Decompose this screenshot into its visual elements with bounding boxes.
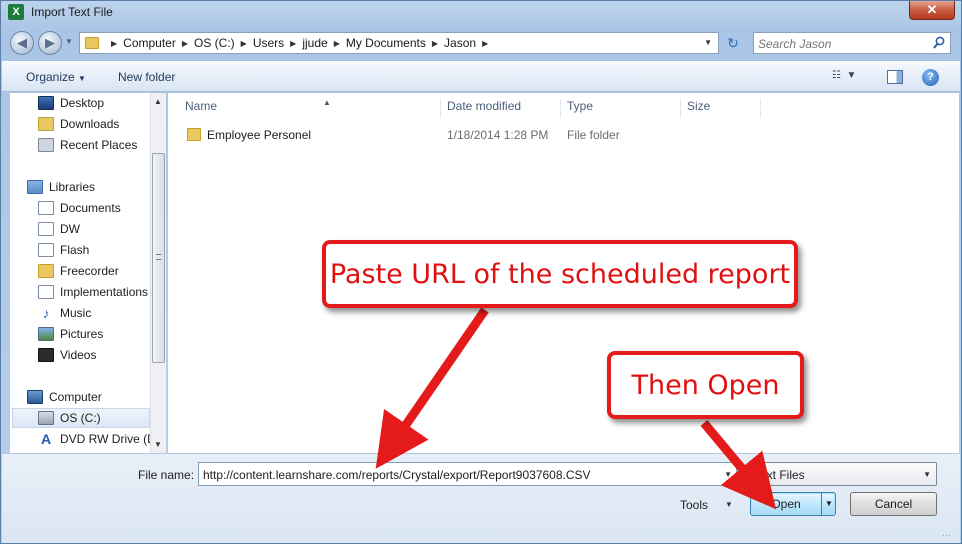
sidebar-item-recent-places[interactable]: Recent Places	[38, 135, 165, 155]
title-bar: X Import Text File ✕	[1, 1, 961, 25]
sort-ascending-icon: ▲	[323, 98, 331, 107]
search-input[interactable]	[758, 36, 928, 51]
chevron-down-icon[interactable]: ▼	[724, 470, 732, 479]
column-header-type[interactable]: Type	[567, 99, 681, 118]
navigation-scrollbar[interactable]: ▲ ▼	[150, 93, 166, 453]
forward-button[interactable]: ▶	[38, 31, 62, 55]
excel-app-icon: X	[8, 4, 24, 20]
sidebar-item-desktop[interactable]: Desktop	[38, 93, 165, 113]
breadcrumb-os-c[interactable]: ▶ OS (C:)	[176, 36, 235, 50]
then-open-callout: Then Open	[607, 351, 804, 419]
document-icon	[38, 243, 54, 257]
breadcrumb-computer[interactable]: ▶ Computer	[105, 36, 176, 50]
sidebar-item-implementations[interactable]: Implementations	[38, 282, 165, 302]
file-name-cell: Employee Personel	[207, 128, 312, 142]
open-options-dropdown-icon[interactable]: ▼	[821, 493, 836, 515]
refresh-icon[interactable]: ↻	[723, 34, 743, 54]
address-row: ◀ ▶ ▼ ▶ Computer ▶ OS (C:) ▶ Users ▶ jjude ▶…	[1, 27, 961, 59]
sidebar-item-documents[interactable]: Documents	[38, 198, 165, 218]
file-name-value[interactable]: http://content.learnshare.com/reports/Cr…	[203, 468, 591, 482]
tools-dropdown-icon[interactable]: ▼	[725, 500, 733, 509]
back-button[interactable]: ◀	[10, 31, 34, 55]
computer-icon	[27, 390, 43, 404]
sidebar-item-os-c[interactable]: OS (C:)	[12, 408, 150, 428]
sidebar-item-downloads[interactable]: Downloads	[38, 114, 165, 134]
tools-button[interactable]: Tools	[680, 498, 708, 512]
file-type-select[interactable]: Text Files ▼	[749, 462, 937, 486]
paste-url-callout: Paste URL of the scheduled report	[322, 240, 798, 308]
recent-places-icon	[38, 138, 54, 152]
preview-pane-icon[interactable]	[887, 70, 903, 84]
folder-icon	[85, 37, 99, 49]
address-dropdown-icon[interactable]: ▼	[704, 38, 712, 47]
dvd-icon: A	[40, 431, 52, 447]
resize-grip-icon[interactable]: ⋯	[942, 530, 954, 542]
sidebar-item-dvd-rw-drive[interactable]: A DVD RW Drive (D	[38, 429, 165, 449]
file-type-value: Text Files	[754, 468, 805, 482]
column-header-date-modified[interactable]: Date modified	[447, 99, 561, 118]
column-header-row: Name ▲ Date modified Type Size	[168, 93, 959, 118]
sidebar-item-freecorder[interactable]: Freecorder	[38, 261, 165, 281]
breadcrumb-jjude[interactable]: ▶ jjude	[284, 36, 328, 50]
address-bar[interactable]: ▶ Computer ▶ OS (C:) ▶ Users ▶ jjude ▶ My Doc…	[79, 32, 719, 54]
sidebar-item-pictures[interactable]: Pictures	[38, 324, 165, 344]
sidebar-item-videos[interactable]: Videos	[38, 345, 165, 365]
close-button[interactable]: ✕	[909, 1, 955, 20]
folder-icon	[187, 128, 201, 141]
sidebar-item-flash[interactable]: Flash	[38, 240, 165, 260]
desktop-icon	[38, 96, 54, 110]
column-header-size[interactable]: Size	[687, 99, 761, 118]
drive-icon	[38, 411, 54, 425]
scroll-down-icon[interactable]: ▼	[154, 440, 162, 449]
new-folder-button[interactable]: New folder	[118, 70, 175, 84]
change-view-button[interactable]: ☷ ▼	[832, 70, 866, 86]
table-row[interactable]: Employee Personel 1/18/2014 1:28 PM File…	[180, 126, 950, 146]
command-toolbar: Organize ▼ New folder ☷ ▼ ?	[2, 61, 960, 92]
breadcrumb-users[interactable]: ▶ Users	[235, 36, 285, 50]
music-icon: ♪	[42, 305, 50, 321]
open-button[interactable]: Open ▼	[750, 492, 836, 516]
file-name-field[interactable]: http://content.learnshare.com/reports/Cr…	[198, 462, 737, 486]
document-icon	[38, 285, 54, 299]
scrollbar-thumb[interactable]	[152, 153, 165, 363]
window-title: Import Text File	[31, 5, 113, 19]
scroll-up-icon[interactable]: ▲	[154, 97, 162, 106]
organize-button[interactable]: Organize ▼	[26, 70, 86, 84]
folder-icon	[38, 117, 54, 131]
search-box[interactable]	[753, 32, 951, 54]
help-icon[interactable]: ?	[922, 69, 939, 86]
grip-icon	[156, 254, 161, 260]
breadcrumb-my-documents[interactable]: ▶ My Documents	[328, 36, 426, 50]
chevron-down-icon[interactable]: ▼	[923, 470, 931, 479]
pictures-icon	[38, 327, 54, 341]
search-icon[interactable]	[933, 36, 945, 50]
navigation-pane: Desktop Downloads Recent Places Librarie…	[10, 93, 166, 453]
documents-icon	[38, 201, 54, 215]
cancel-button[interactable]: Cancel	[850, 492, 937, 516]
folder-icon	[38, 264, 54, 278]
file-name-panel: File name: http://content.learnshare.com…	[2, 453, 960, 543]
breadcrumb-jason[interactable]: ▶ Jason ▶	[426, 36, 494, 50]
date-modified-cell: 1/18/2014 1:28 PM	[447, 128, 549, 142]
videos-icon	[38, 348, 54, 362]
sidebar-item-dw[interactable]: DW	[38, 219, 165, 239]
document-icon	[38, 222, 54, 236]
open-button-label[interactable]: Open	[751, 493, 821, 515]
sidebar-item-libraries[interactable]: Libraries	[27, 177, 165, 197]
libraries-icon	[27, 180, 43, 194]
sidebar-item-music[interactable]: ♪ Music	[38, 303, 165, 323]
type-cell: File folder	[567, 128, 620, 142]
file-name-label: File name:	[138, 468, 195, 482]
column-header-name[interactable]: Name ▲	[185, 98, 441, 118]
sidebar-item-computer[interactable]: Computer	[27, 387, 165, 407]
recent-locations-dropdown[interactable]: ▼	[65, 37, 73, 46]
